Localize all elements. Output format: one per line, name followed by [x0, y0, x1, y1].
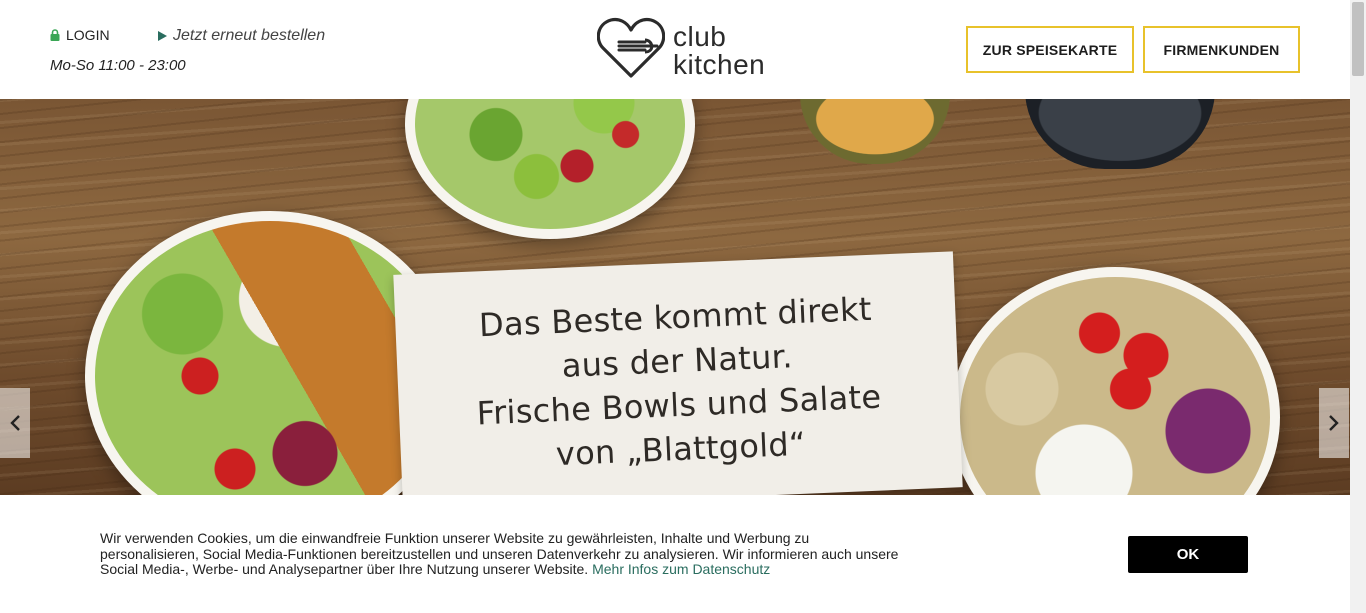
cookie-notice: Wir verwenden Cookies, um die einwandfre…: [100, 530, 900, 578]
juice-jar-image: [800, 99, 950, 164]
play-icon: [158, 31, 167, 41]
opening-hours: Mo-So 11:00 - 23:00: [50, 57, 186, 74]
login-label: LOGIN: [66, 27, 110, 43]
hero-slider: Das Beste kommt direkt aus der Natur. Fr…: [0, 99, 1350, 495]
logo-wordmark: club kitchen: [673, 20, 766, 80]
menu-button[interactable]: ZUR SPEISEKARTE: [966, 26, 1134, 73]
slider-prev-button[interactable]: [0, 388, 30, 458]
business-customers-button[interactable]: FIRMENKUNDEN: [1143, 26, 1300, 73]
bottle-image: [1025, 99, 1215, 169]
feta-bowl-image: [950, 267, 1280, 495]
cookie-ok-button[interactable]: OK: [1128, 536, 1248, 573]
chevron-right-icon: [1328, 414, 1340, 432]
heart-fork-logo-icon: [596, 16, 666, 85]
scrollbar-thumb[interactable]: [1352, 2, 1364, 76]
reorder-link[interactable]: Jetzt erneut bestellen: [158, 27, 325, 45]
logo-line-club: club: [673, 20, 727, 52]
site-header: LOGIN Jetzt erneut bestellen Mo-So 11:00…: [0, 0, 1350, 99]
logo-line-kitchen: kitchen: [673, 48, 766, 80]
login-link[interactable]: LOGIN: [50, 27, 110, 43]
page-scrollbar[interactable]: [1350, 0, 1366, 613]
slider-next-button[interactable]: [1319, 388, 1349, 458]
club-kitchen-logo[interactable]: club kitchen: [596, 16, 766, 85]
hero-line-4: von „Blattgold“: [555, 424, 807, 474]
hero-message-card: Das Beste kommt direkt aus der Natur. Fr…: [393, 251, 963, 495]
salad-bowl-image: [405, 99, 695, 239]
chevron-left-icon: [9, 414, 21, 432]
cookie-notice-text: Wir verwenden Cookies, um die einwandfre…: [100, 530, 899, 577]
lock-icon: [50, 29, 60, 41]
reorder-label: Jetzt erneut bestellen: [173, 27, 326, 44]
privacy-link[interactable]: Mehr Infos zum Datenschutz: [592, 561, 770, 577]
